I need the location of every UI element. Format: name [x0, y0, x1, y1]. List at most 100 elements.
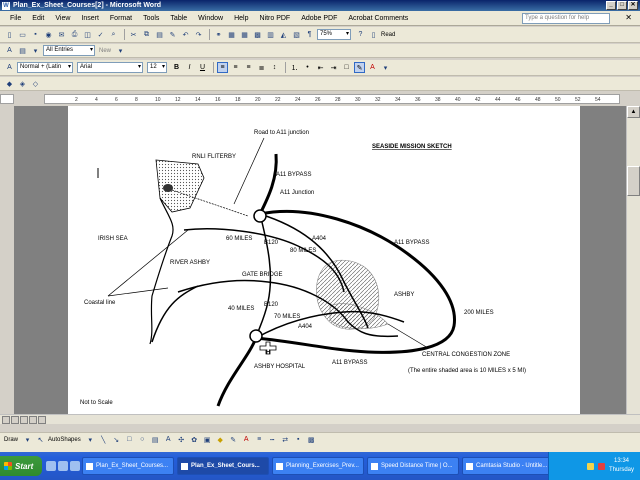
vertical-ruler[interactable] [0, 106, 14, 414]
draw-menu-button[interactable]: Draw [4, 437, 18, 443]
toolbar-options-icon[interactable]: ▾ [115, 45, 126, 56]
new-document-icon[interactable]: ▯ [4, 29, 15, 40]
start-button[interactable]: Start [0, 456, 42, 476]
reading-view-icon[interactable] [38, 416, 46, 424]
line-color-icon[interactable]: ✎ [228, 434, 239, 445]
menu-adobe-pdf[interactable]: Adobe PDF [301, 15, 337, 22]
email-icon[interactable]: ✉ [56, 29, 67, 40]
help-search-input[interactable]: Type a question for help [522, 13, 610, 24]
menu-view[interactable]: View [55, 15, 70, 22]
picture-icon[interactable]: ▣ [202, 434, 213, 445]
select-objects-icon[interactable]: ↖ [35, 434, 46, 445]
styles-formatting-icon[interactable]: A [4, 62, 15, 73]
document-map-icon[interactable]: ▧ [291, 29, 302, 40]
decrease-indent-icon[interactable]: ⇤ [315, 62, 326, 73]
align-center-icon[interactable]: ≡ [230, 62, 241, 73]
menu-table[interactable]: Table [170, 15, 187, 22]
columns-icon[interactable]: ▥ [265, 29, 276, 40]
show-hide-icon[interactable]: ¶ [304, 29, 315, 40]
insert-excel-icon[interactable]: ▩ [252, 29, 263, 40]
insert-table-icon[interactable]: ▦ [239, 29, 250, 40]
styles-icon[interactable]: A [4, 45, 15, 56]
menu-tools[interactable]: Tools [143, 15, 159, 22]
scroll-up-icon[interactable]: ▲ [627, 106, 640, 118]
increase-indent-icon[interactable]: ⇥ [328, 62, 339, 73]
menu-format[interactable]: Format [110, 15, 132, 22]
close-button[interactable]: ✕ [628, 1, 638, 10]
toolbar-options-icon[interactable]: ▾ [30, 45, 41, 56]
line-spacing-icon[interactable]: ↕ [269, 62, 280, 73]
document-page[interactable]: SEASIDE MISSION SKETCH Road to A11 junct… [68, 106, 580, 414]
align-right-icon[interactable]: ≡ [243, 62, 254, 73]
rectangle-tool-icon[interactable]: □ [124, 434, 135, 445]
help-icon[interactable]: ? [355, 29, 366, 40]
research-icon[interactable]: ⌕ [108, 29, 119, 40]
menu-file[interactable]: File [10, 15, 21, 22]
justify-icon[interactable]: ≣ [256, 62, 267, 73]
outline-view-icon[interactable] [29, 416, 37, 424]
horizontal-scrollbar[interactable] [0, 414, 640, 424]
quicklaunch-ie-icon[interactable] [46, 461, 56, 471]
style-pane-icon[interactable]: ▤ [17, 45, 28, 56]
scroll-thumb[interactable] [627, 166, 640, 196]
taskbar-item[interactable]: Speed Distance Time | O... [367, 457, 459, 475]
tables-borders-icon[interactable]: ▦ [226, 29, 237, 40]
taskbar-item[interactable]: Planning_Exercises_Prev... [272, 457, 364, 475]
italic-button[interactable]: I [184, 62, 195, 73]
3d-icon[interactable]: ▩ [306, 434, 317, 445]
numbering-icon[interactable]: ⒈ [289, 62, 300, 73]
taskbar-item-active[interactable]: Plan_Ex_Sheet_Cours... [177, 457, 269, 475]
tray-icon[interactable] [586, 462, 594, 470]
vertical-scrollbar[interactable]: ▲ [626, 106, 640, 414]
fill-color-icon[interactable]: ◆ [215, 434, 226, 445]
font-size-dropdown[interactable]: 12 [147, 62, 167, 73]
clipart-icon[interactable]: ✿ [189, 434, 200, 445]
spelling-icon[interactable]: ✓ [95, 29, 106, 40]
highlight-icon[interactable]: ✎ [354, 62, 365, 73]
save-icon[interactable]: ▪ [30, 29, 41, 40]
copy-icon[interactable]: ⧉ [141, 29, 152, 40]
word-app-icon[interactable]: W [2, 1, 10, 10]
dash-style-icon[interactable]: ┅ [267, 434, 278, 445]
menu-window[interactable]: Window [198, 15, 223, 22]
align-left-icon[interactable]: ≡ [217, 62, 228, 73]
chevron-down-icon[interactable]: ▾ [85, 434, 96, 445]
quicklaunch-outlook-icon[interactable] [70, 461, 80, 471]
redo-icon[interactable]: ↷ [193, 29, 204, 40]
toolbar-options-icon[interactable]: ▾ [380, 62, 391, 73]
line-style-icon[interactable]: ≡ [254, 434, 265, 445]
format-painter-icon[interactable]: ✎ [167, 29, 178, 40]
horizontal-ruler[interactable]: 2 4 6 8 10 12 14 16 18 20 22 24 26 28 30 32 34 36 38 40 42 44… [44, 94, 620, 104]
cut-icon[interactable]: ✂ [128, 29, 139, 40]
menu-edit[interactable]: Edit [32, 15, 44, 22]
open-icon[interactable]: ▭ [17, 29, 28, 40]
tab-selector[interactable] [0, 94, 14, 104]
permission-icon[interactable]: ◉ [43, 29, 54, 40]
entries-dropdown[interactable]: All Entries [43, 45, 95, 56]
menu-insert[interactable]: Insert [81, 15, 99, 22]
read-button[interactable]: Read [381, 32, 395, 38]
zoom-dropdown[interactable]: 75% [317, 29, 351, 40]
new-button[interactable]: New [99, 48, 111, 54]
font-color-draw-icon[interactable]: A [241, 434, 252, 445]
adobe-pdf-icon[interactable]: ◈ [17, 78, 28, 89]
maximize-button[interactable]: □ [617, 1, 627, 10]
line-tool-icon[interactable]: ╲ [98, 434, 109, 445]
paste-icon[interactable]: ▤ [154, 29, 165, 40]
font-color-icon[interactable]: A [367, 62, 378, 73]
quicklaunch-desktop-icon[interactable] [58, 461, 68, 471]
print-icon[interactable]: ⎙ [69, 29, 80, 40]
web-view-icon[interactable] [11, 416, 19, 424]
taskbar-item[interactable]: Plan_Ex_Sheet_Courses... [82, 457, 174, 475]
menu-nitro-pdf[interactable]: Nitro PDF [259, 15, 290, 22]
style-dropdown[interactable]: Normal + (Latin [17, 62, 73, 73]
read-icon[interactable]: ▯ [368, 29, 379, 40]
undo-icon[interactable]: ↶ [180, 29, 191, 40]
minimize-button[interactable]: _ [606, 1, 616, 10]
autoshapes-menu-button[interactable]: AutoShapes [48, 437, 81, 443]
arrow-tool-icon[interactable]: ↘ [111, 434, 122, 445]
print-view-icon[interactable] [20, 416, 28, 424]
wordart-icon[interactable]: A [163, 434, 174, 445]
doc-close-icon[interactable]: ✕ [625, 13, 632, 22]
underline-button[interactable]: U [197, 62, 208, 73]
